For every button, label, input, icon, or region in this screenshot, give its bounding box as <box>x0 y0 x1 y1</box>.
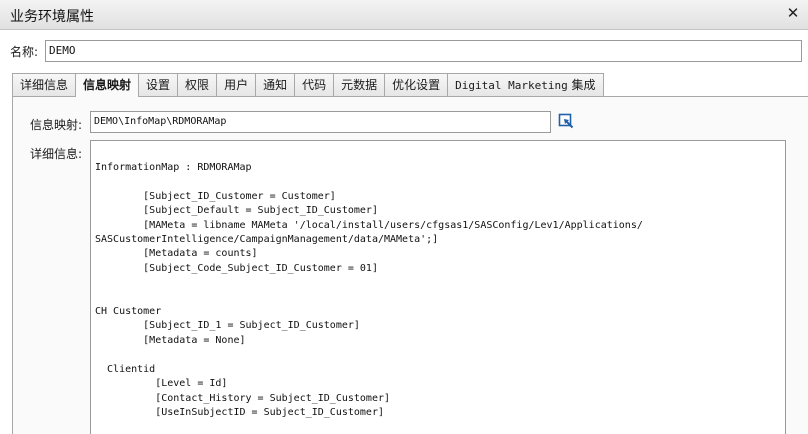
name-row: 名称: DEMO <box>0 40 808 62</box>
tab-users[interactable]: 用户 <box>216 73 257 96</box>
details-text: InformationMap : RDMORAMap [Subject_ID_C… <box>95 162 643 418</box>
info-map-label: 信息映射: <box>30 118 83 132</box>
title-bar: 业务环境属性 ✕ <box>0 0 808 30</box>
tab-details[interactable]: 详细信息 <box>12 73 77 96</box>
tab-code[interactable]: 代码 <box>294 73 335 96</box>
tab-digital-marketing-latin: Digital Marketing <box>455 79 568 92</box>
tab-info-map[interactable]: 信息映射 <box>75 73 140 97</box>
tab-digital-marketing-cjk: 集成 <box>567 78 596 92</box>
tab-settings[interactable]: 设置 <box>138 73 179 96</box>
tab-bar: 详细信息 信息映射 设置 权限 用户 通知 代码 元数据 优化设置 Digita… <box>12 73 604 97</box>
close-icon[interactable]: ✕ <box>784 4 802 22</box>
details-textarea[interactable]: InformationMap : RDMORAMap [Subject_ID_C… <box>90 140 786 434</box>
window-title: 业务环境属性 <box>10 9 94 25</box>
tab-permissions[interactable]: 权限 <box>177 73 218 96</box>
browse-icon[interactable] <box>558 113 574 129</box>
tab-notifications[interactable]: 通知 <box>255 73 296 96</box>
tab-digital-marketing-integration[interactable]: Digital Marketing 集成 <box>447 73 604 96</box>
info-map-input[interactable]: DEMO\InfoMap\RDMORAMap <box>90 111 551 133</box>
name-label: 名称: <box>10 45 39 59</box>
tab-optimization-settings[interactable]: 优化设置 <box>384 73 449 96</box>
name-input[interactable]: DEMO <box>45 40 802 62</box>
details-label: 详细信息: <box>30 147 83 161</box>
tab-metadata[interactable]: 元数据 <box>333 73 386 96</box>
